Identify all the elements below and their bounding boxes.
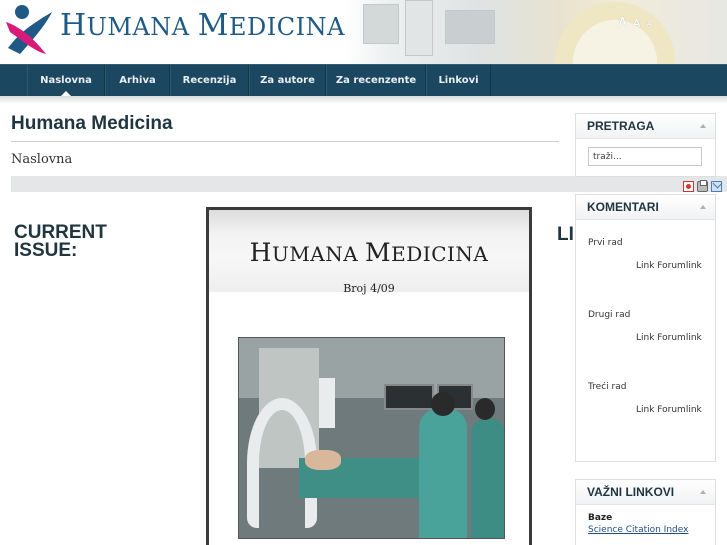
comments-module-header: KOMENTARI [576,195,715,220]
section-heading-cut: LI [557,224,574,245]
links-module-body: Baze Science Citation Index [588,513,688,535]
page-title: Humana Medicina [11,113,173,134]
search-input[interactable] [588,147,702,166]
title-divider [11,141,559,142]
collapse-caret-icon[interactable] [700,205,706,209]
link-science-citation-index[interactable]: Science Citation Index [588,525,688,535]
links-module-title: VAŽNI LINKOVI [587,485,675,499]
site-header: HUMANA MEDICINA AAA [0,0,727,64]
photo-patient [305,450,341,470]
banner-cabinet [363,4,399,44]
logo-figure-icon[interactable] [2,2,58,60]
photo-surgeon-head-2 [475,398,495,420]
cover-title: HUMANA MEDICINA [209,238,529,267]
font-resizer: AAA [618,12,659,31]
comment-item-title[interactable]: Prvi rad [588,238,623,248]
email-icon[interactable] [711,181,722,192]
nav-item-naslovna[interactable]: Naslovna [27,65,105,96]
cover-word-edicina: EDICINA [391,242,489,266]
journal-cover[interactable]: HUMANA MEDICINA Broj 4/09 [206,207,532,545]
comment-item-link[interactable]: Link Forumlink [636,261,702,271]
photo-iv-stand [319,378,335,428]
cover-letter-h: H [249,238,272,267]
logo-letter-m: M [197,8,229,43]
search-module: PRETRAGA [575,113,716,177]
font-increase-button[interactable]: A [618,16,627,31]
main-navigation: Naslovna Arhiva Recenzija Za autore Za r… [0,64,727,96]
search-module-header: PRETRAGA [576,114,715,139]
comment-item-title[interactable]: Drugi rad [588,310,630,320]
photo-monitor-1 [384,384,434,410]
site-logo-text[interactable]: HUMANA MEDICINA [60,8,345,43]
nav-item-za-recenzente[interactable]: Za recenzente [326,65,426,96]
logo-word-umana: UMANA [86,13,198,41]
cover-word-umana: UMANA [271,242,366,266]
comment-item-title[interactable]: Treći rad [588,382,626,392]
logo-letter-h: H [60,8,87,43]
cover-letter-m: M [365,238,392,267]
article-toolbar [11,176,727,192]
logo-word-edicina: EDICINA [228,13,345,41]
nav-item-recenzija[interactable]: Recenzija [170,65,249,96]
font-reset-button[interactable]: A [633,17,641,30]
nav-shadow [0,96,727,104]
print-icon[interactable] [697,180,708,192]
important-links-module: VAŽNI LINKOVI Baze Science Citation Inde… [575,479,716,545]
article-icons [683,180,722,192]
comment-item-link[interactable]: Link Forumlink [636,405,702,415]
cover-issue-number: Broj 4/09 [343,282,395,295]
banner-equipment [405,0,433,56]
comments-module: KOMENTARI Prvi rad Link Forumlink Drugi … [575,194,716,462]
nav-list: Naslovna Arhiva Recenzija Za autore Za r… [27,65,491,96]
breadcrumb: Naslovna [11,152,73,167]
photo-surgeon-2 [471,418,504,538]
font-decrease-button[interactable]: A [646,20,652,30]
search-module-title: PRETRAGA [587,119,655,133]
banner-monitor [445,10,495,44]
comments-module-title: KOMENTARI [587,200,659,214]
comment-item-link[interactable]: Link Forumlink [636,333,702,343]
cover-photo-operating-room [238,337,505,539]
current-issue-heading: CURRENT ISSUE: [14,222,107,261]
photo-surgeon-1 [419,408,467,538]
links-category: Baze [588,513,613,523]
photo-surgeon-head-1 [431,392,455,416]
nav-item-za-autore[interactable]: Za autore [249,65,326,96]
collapse-caret-icon[interactable] [700,490,706,494]
collapse-caret-icon[interactable] [700,124,706,128]
pdf-icon[interactable] [683,181,694,192]
nav-item-arhiva[interactable]: Arhiva [105,65,170,96]
header-banner-photo [345,0,727,64]
nav-item-linkovi[interactable]: Linkovi [426,65,491,96]
links-module-header: VAŽNI LINKOVI [576,480,715,505]
